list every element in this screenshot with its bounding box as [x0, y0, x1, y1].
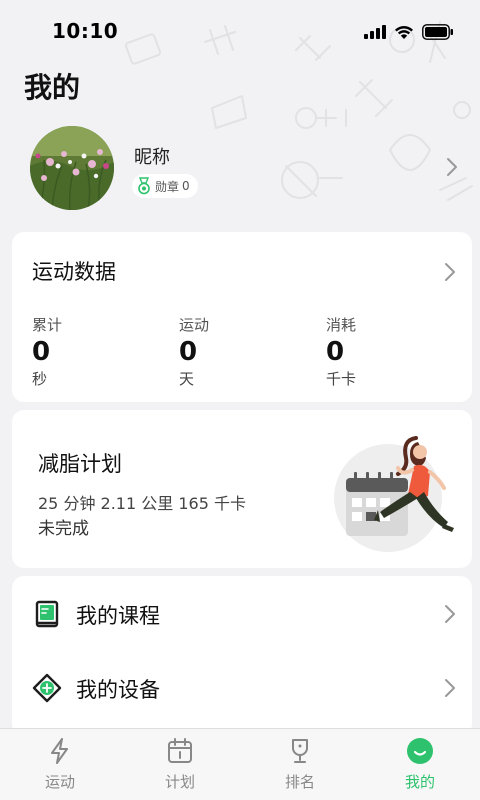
- running-woman-illustration: [334, 436, 454, 552]
- stat-label: 累计: [32, 316, 63, 334]
- status-icons: [364, 22, 454, 42]
- stat-calories: 消耗 0 千卡: [326, 314, 356, 389]
- book-icon: [35, 600, 59, 628]
- stat-unit: 千卡: [326, 370, 357, 388]
- badge-pill[interactable]: 勋章 0: [132, 174, 198, 198]
- trophy-icon: [292, 739, 308, 763]
- medal-icon: [138, 177, 150, 195]
- menu-item-my-devices[interactable]: 我的设备: [12, 650, 472, 724]
- plan-title: 减脂计划: [38, 452, 122, 476]
- badge-label: 勋章: [155, 179, 180, 194]
- menu-item-label: 我的设备: [76, 678, 160, 702]
- stat-exercise-days: 运动 0 天: [179, 314, 209, 389]
- page-title: 我的: [24, 71, 81, 104]
- avatar-image: [30, 126, 114, 210]
- nickname[interactable]: 昵称: [134, 143, 170, 169]
- stat-label: 运动: [179, 316, 210, 334]
- device-icon: [32, 673, 62, 703]
- wifi-icon: [395, 26, 413, 39]
- smile-icon: [407, 738, 433, 764]
- avatar[interactable]: [30, 126, 114, 210]
- tab-label: 运动: [44, 773, 75, 791]
- tab-label: 排名: [284, 773, 315, 791]
- plan-detail: 25 分钟 2.11 公里 165 千卡: [38, 494, 246, 513]
- bottom-tab-bar: 运动 计划 排名 我的: [0, 728, 480, 800]
- menu-item-label: 我的课程: [76, 604, 160, 628]
- stats-title: 运动数据: [32, 260, 116, 284]
- status-bar: 10:10: [0, 0, 480, 62]
- tab-ranking[interactable]: 排名: [240, 729, 360, 800]
- stat-value: 0: [326, 337, 345, 367]
- chevron-right-icon: [445, 605, 455, 623]
- profile-screen: 10:10 我的 昵称 勋章 0 运动数据 累计 0 秒 运动 0 天 消耗 0…: [0, 0, 480, 800]
- battery-icon: [422, 24, 453, 40]
- menu-card: 我的课程 我的设备: [12, 576, 472, 736]
- status-time: 10:10: [52, 19, 119, 43]
- stats-card[interactable]: 运动数据 累计 0 秒 运动 0 天 消耗 0 千卡: [12, 232, 472, 402]
- calendar-icon: [168, 738, 192, 763]
- chevron-right-icon[interactable]: [446, 157, 458, 177]
- stat-value: 0: [32, 337, 51, 367]
- stat-value: 0: [179, 337, 198, 367]
- lightning-icon: [51, 738, 68, 764]
- badge-count: 0: [182, 179, 190, 193]
- tab-label: 计划: [164, 773, 195, 791]
- menu-item-my-courses[interactable]: 我的课程: [12, 576, 472, 650]
- plan-card[interactable]: 减脂计划 25 分钟 2.11 公里 165 千卡 未完成: [12, 410, 472, 568]
- cellular-signal-icon: [364, 25, 386, 39]
- stat-total-time: 累计 0 秒: [32, 314, 62, 389]
- chevron-right-icon: [445, 679, 455, 697]
- plan-status: 未完成: [38, 519, 89, 539]
- tab-label: 我的: [404, 773, 435, 791]
- chevron-right-icon[interactable]: [444, 262, 456, 282]
- stat-unit: 秒: [32, 370, 48, 388]
- tab-exercise[interactable]: 运动: [0, 729, 120, 800]
- tab-mine[interactable]: 我的: [360, 729, 480, 800]
- tab-plan[interactable]: 计划: [120, 729, 240, 800]
- stat-label: 消耗: [326, 316, 357, 334]
- stat-unit: 天: [179, 370, 195, 388]
